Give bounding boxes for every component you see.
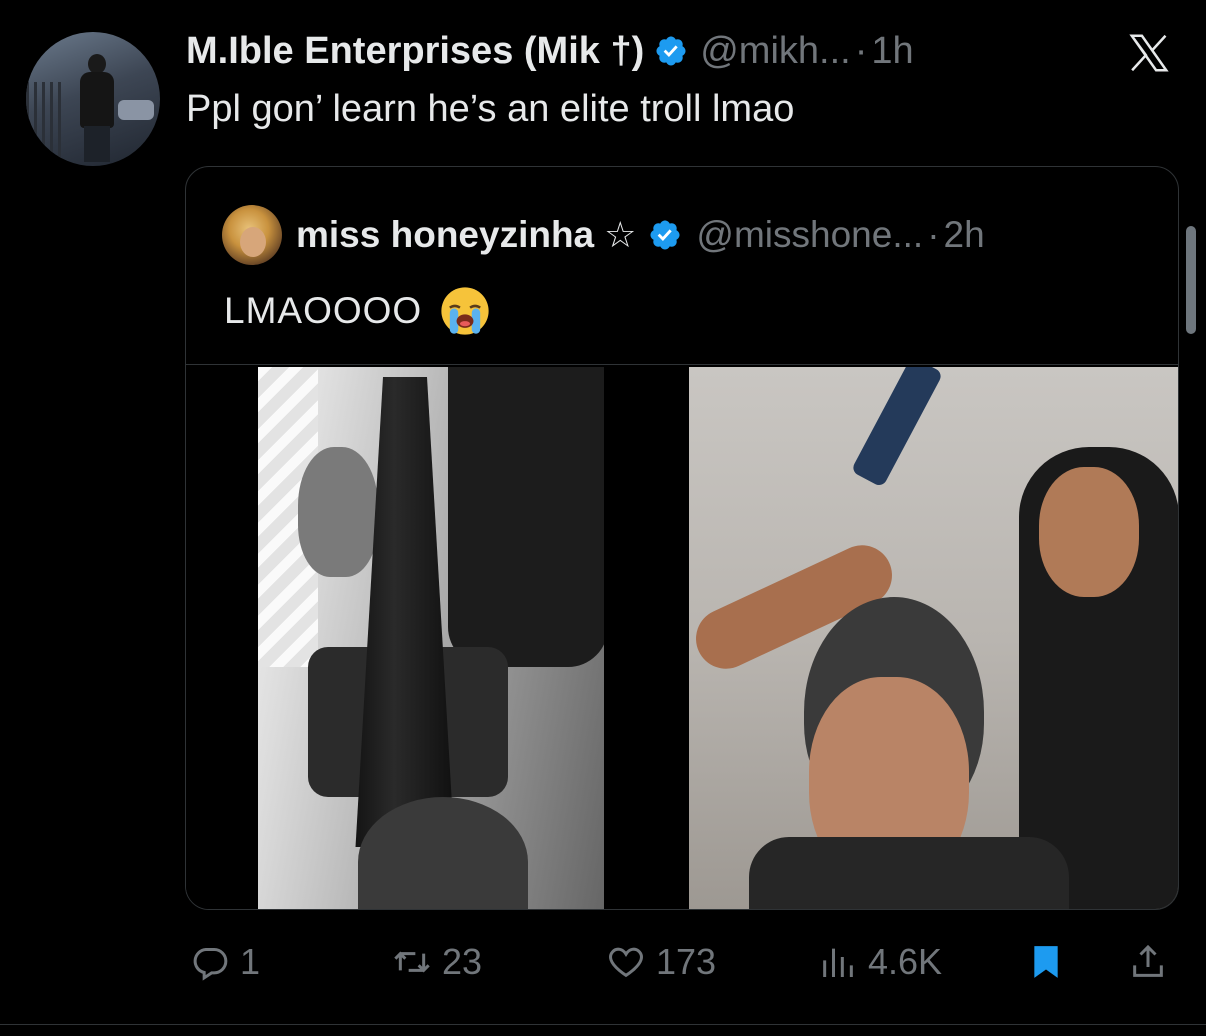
image-head-man	[358, 797, 528, 909]
quoted-handle[interactable]: @misshone...	[696, 214, 923, 256]
share-icon	[1133, 944, 1163, 977]
views-count: 4.6K	[868, 941, 943, 982]
avatar-figure-body	[80, 72, 114, 128]
avatar-figure-head	[88, 54, 106, 74]
views-chart-icon	[823, 948, 853, 977]
separator-dot: ·	[927, 214, 940, 255]
repost-button[interactable]: 23	[392, 930, 482, 994]
image-raised-arm	[448, 367, 604, 667]
tweet-time[interactable]: 1h	[871, 30, 913, 73]
image-stylist-face	[1039, 467, 1139, 597]
author-display-name[interactable]: M.Ible Enterprises (Mik †)	[186, 30, 644, 73]
image-face-woman	[298, 447, 378, 577]
quoted-author-avatar[interactable]	[222, 205, 282, 265]
tweet-action-bar: 1 23 173 4.6K	[0, 930, 1206, 994]
separator-dot: ·	[854, 29, 868, 72]
tweet-header: M.Ible Enterprises (Mik †) @mikh... · 1h	[186, 26, 914, 76]
quoted-avatar-face	[240, 227, 266, 257]
tweet-text: Ppl gon’ learn he’s an elite troll lmao	[186, 88, 795, 130]
avatar-figure-legs	[84, 126, 110, 162]
quoted-media-grid	[186, 364, 1178, 909]
repost-count: 23	[442, 941, 483, 982]
quoted-text-label: LMAOOOO	[224, 290, 423, 331]
reply-count: 1	[240, 941, 261, 982]
quoted-tweet-text: LMAOOOO	[224, 285, 492, 337]
image-long-hair	[355, 377, 455, 847]
heart-icon	[609, 947, 643, 978]
divider-line	[0, 1024, 1206, 1025]
like-button[interactable]: 173	[606, 930, 716, 994]
star-glyph: ☆	[604, 214, 637, 255]
bookmark-button[interactable]	[1026, 930, 1066, 994]
bookmark-icon	[1034, 946, 1058, 978]
share-button[interactable]	[1128, 930, 1168, 994]
quoted-tweet-header: miss honeyzinha ☆ @misshone... · 2h	[296, 209, 985, 261]
media-image-right[interactable]	[689, 367, 1178, 909]
avatar-fence	[26, 82, 66, 166]
x-logo-icon[interactable]	[1124, 30, 1174, 76]
image-cape	[749, 837, 1069, 909]
author-avatar[interactable]	[26, 32, 160, 166]
quoted-tweet-card[interactable]: miss honeyzinha ☆ @misshone... · 2h LMAO…	[185, 166, 1179, 910]
verified-badge-icon	[650, 220, 680, 250]
media-image-left[interactable]	[258, 367, 604, 909]
views-button[interactable]: 4.6K	[818, 930, 942, 994]
author-handle[interactable]: @mikh...	[700, 30, 850, 73]
repost-icon	[394, 951, 430, 973]
reply-icon	[193, 948, 228, 981]
reply-button[interactable]: 1	[190, 930, 260, 994]
loudly-crying-face-icon	[441, 287, 489, 335]
avatar-car	[118, 100, 154, 120]
quoted-display-name[interactable]: miss honeyzinha	[296, 214, 594, 256]
like-count: 173	[656, 941, 717, 982]
quoted-time[interactable]: 2h	[944, 214, 985, 256]
verified-badge-icon	[656, 36, 686, 66]
image-brush	[850, 367, 944, 488]
scrollbar-thumb[interactable]	[1186, 226, 1196, 334]
